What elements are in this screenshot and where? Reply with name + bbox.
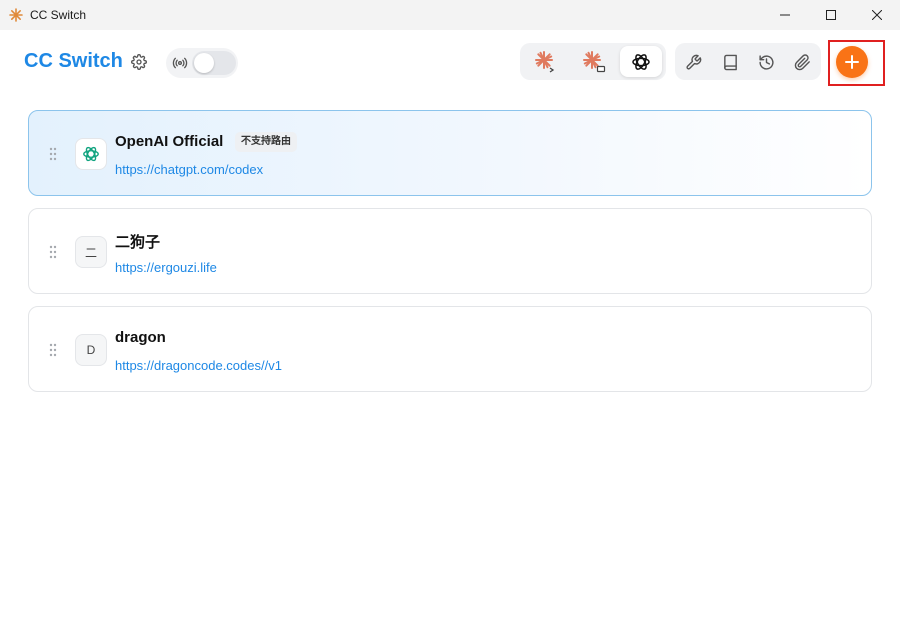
app-switcher xyxy=(520,43,666,80)
gear-icon xyxy=(131,54,147,70)
tab-claude-code[interactable] xyxy=(525,46,567,77)
provider-url-link[interactable]: https://dragoncode.codes//v1 xyxy=(115,358,282,373)
openai-icon xyxy=(83,146,99,162)
plus-icon xyxy=(845,55,859,69)
proxy-switch-group xyxy=(166,48,238,78)
add-provider-button[interactable] xyxy=(836,46,868,78)
title-bar: CC Switch xyxy=(0,0,900,30)
window-title: CC Switch xyxy=(30,8,87,22)
wrench-icon xyxy=(685,54,701,70)
drag-handle-icon[interactable] xyxy=(49,343,57,357)
proxy-toggle[interactable] xyxy=(192,51,236,75)
close-icon xyxy=(872,10,882,20)
provider-name: dragon xyxy=(115,329,166,346)
radio-broadcast-icon xyxy=(172,57,188,69)
provider-card[interactable]: OpenAI Official 不支持路由 https://chatgpt.co… xyxy=(28,110,872,196)
mcp-button[interactable] xyxy=(791,51,813,73)
book-icon xyxy=(723,54,737,70)
maximize-button[interactable] xyxy=(808,0,854,30)
tool-group xyxy=(675,43,821,80)
provider-icon: 二 xyxy=(75,236,107,268)
history-icon xyxy=(758,54,774,70)
provider-name: OpenAI Official xyxy=(115,133,224,150)
provider-card[interactable]: 二 二狗子 https://ergouzi.life xyxy=(28,208,872,294)
app-logo-icon xyxy=(9,8,23,22)
provider-url-link[interactable]: https://ergouzi.life xyxy=(115,260,217,275)
claude-desktop-icon xyxy=(583,50,606,72)
toggle-knob xyxy=(194,53,214,73)
provider-icon: D xyxy=(75,334,107,366)
drag-handle-icon[interactable] xyxy=(49,245,57,259)
settings-button[interactable] xyxy=(129,52,149,72)
drag-handle-icon[interactable] xyxy=(49,147,57,161)
provider-url-link[interactable]: https://chatgpt.com/codex xyxy=(115,162,263,177)
prompts-button[interactable] xyxy=(719,51,741,73)
claude-code-icon xyxy=(535,50,555,73)
provider-icon xyxy=(75,138,107,170)
tab-claude-desktop[interactable] xyxy=(573,46,615,77)
minimize-button[interactable] xyxy=(762,0,808,30)
brand-title: CC Switch xyxy=(24,50,123,72)
provider-card[interactable]: D dragon https://dragoncode.codes//v1 xyxy=(28,306,872,392)
history-button[interactable] xyxy=(755,51,777,73)
routing-badge: 不支持路由 xyxy=(235,132,297,152)
maximize-icon xyxy=(826,10,836,20)
provider-name: 二狗子 xyxy=(115,234,161,251)
openai-icon xyxy=(632,53,650,70)
paperclip-icon xyxy=(794,53,810,70)
tab-codex[interactable] xyxy=(620,46,662,77)
close-button[interactable] xyxy=(854,0,900,30)
tools-button[interactable] xyxy=(682,51,704,73)
minimize-icon xyxy=(780,14,790,16)
